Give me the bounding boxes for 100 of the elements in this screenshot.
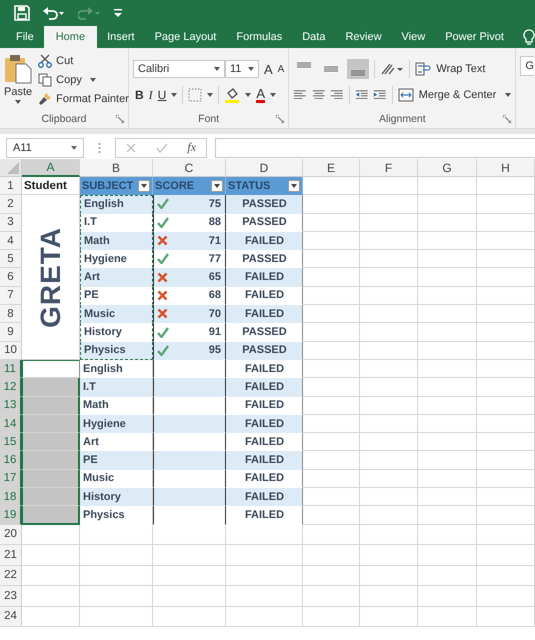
ribbon-tab[interactable]: Page Layout — [144, 26, 226, 48]
ribbon-tab[interactable]: Insert — [97, 26, 145, 48]
ribbon-tab[interactable]: Review — [335, 26, 392, 48]
table-cell[interactable] — [21, 396, 80, 415]
empty-cell — [477, 414, 535, 434]
column-header[interactable]: A — [22, 159, 80, 177]
row-header[interactable]: 20 — [0, 524, 22, 546]
table-cell[interactable] — [21, 414, 80, 434]
increase-font-button[interactable]: A — [264, 60, 273, 78]
table-cell[interactable] — [21, 378, 80, 397]
bold-button[interactable]: B — [135, 86, 144, 104]
borders-icon[interactable] — [188, 88, 202, 102]
row-header[interactable]: 21 — [0, 545, 22, 566]
column-header[interactable]: F — [360, 159, 418, 177]
empty-cell — [418, 506, 477, 525]
row-header[interactable]: 5 — [0, 250, 22, 268]
vertical-align-button[interactable] — [347, 59, 370, 79]
row-header[interactable]: 24 — [0, 606, 22, 628]
column-header[interactable]: B — [80, 159, 153, 177]
merge-center-button[interactable]: Merge & Center — [398, 86, 512, 104]
align-left-icon[interactable] — [293, 89, 307, 101]
caret-icon[interactable] — [245, 93, 252, 97]
row-header[interactable]: 6 — [0, 268, 22, 287]
table-cell: Art — [80, 268, 153, 287]
row-header[interactable]: 1 — [0, 177, 22, 196]
ribbon-tab[interactable]: Power Pivot — [435, 26, 514, 48]
row-header[interactable]: 4 — [0, 232, 22, 250]
row-header[interactable]: 2 — [0, 195, 22, 214]
row-header[interactable]: 19 — [0, 506, 22, 525]
table-cell[interactable] — [21, 470, 80, 488]
column-header[interactable]: H — [477, 159, 535, 177]
column-header[interactable]: C — [153, 159, 226, 177]
decrease-font-button[interactable]: A — [278, 60, 284, 78]
table-cell[interactable] — [21, 360, 80, 378]
empty-cell — [360, 268, 418, 287]
drag-handle-icon[interactable] — [98, 142, 101, 154]
launcher-icon[interactable] — [276, 115, 284, 123]
customize-icon[interactable] — [114, 8, 122, 18]
underline-button[interactable]: U — [158, 86, 166, 104]
row-header[interactable]: 3 — [0, 214, 22, 232]
row-header[interactable]: 15 — [0, 433, 22, 452]
wrap-text-button[interactable]: Wrap Text — [415, 60, 486, 78]
table-cell: FAILED — [226, 414, 303, 434]
table-cell: FAILED — [226, 378, 303, 397]
launcher-icon[interactable] — [503, 115, 512, 123]
row-header[interactable]: 12 — [0, 378, 22, 397]
ribbon-tab[interactable]: File — [6, 26, 44, 48]
lightbulb-icon[interactable] — [523, 29, 535, 45]
number-format-field[interactable]: G — [520, 56, 534, 76]
text-orientation-icon[interactable] — [380, 62, 404, 76]
row-header[interactable]: 9 — [0, 323, 22, 342]
decrease-indent-icon[interactable] — [354, 89, 368, 101]
column-header[interactable]: E — [303, 159, 360, 177]
format-painter-button[interactable]: Format Painter — [38, 90, 129, 107]
row-header[interactable]: 17 — [0, 470, 22, 488]
font-size-field[interactable]: 11 — [225, 60, 259, 78]
ribbon-tab[interactable]: Formulas — [226, 26, 292, 48]
increase-indent-icon[interactable] — [373, 89, 387, 101]
paste-button[interactable]: Paste — [4, 52, 32, 110]
launcher-icon[interactable] — [116, 115, 124, 123]
row-header[interactable]: 23 — [0, 586, 22, 607]
name-box[interactable]: A11 — [6, 138, 84, 158]
fill-color-icon[interactable] — [224, 87, 240, 103]
row-header[interactable]: 13 — [0, 396, 22, 415]
filter-button[interactable] — [288, 180, 300, 192]
score-value: 75 — [208, 198, 222, 210]
align-right-icon[interactable] — [330, 89, 344, 101]
copy-button[interactable]: Copy — [38, 71, 129, 88]
cut-button[interactable]: Cut — [38, 52, 129, 69]
table-cell[interactable] — [21, 488, 80, 506]
ribbon-tab[interactable]: Data — [292, 26, 336, 48]
column-header[interactable]: D — [226, 159, 303, 177]
table-cell[interactable] — [21, 433, 80, 452]
caret-icon[interactable] — [171, 93, 178, 97]
caret-icon[interactable] — [207, 93, 214, 97]
ribbon-tab[interactable]: View — [392, 26, 436, 48]
caret-icon[interactable] — [270, 93, 276, 97]
row-header[interactable]: 14 — [0, 414, 22, 434]
row-header[interactable]: 7 — [0, 286, 22, 306]
table-cell[interactable] — [21, 451, 80, 470]
filter-button[interactable] — [211, 180, 223, 192]
filter-button[interactable] — [138, 180, 150, 192]
align-center-icon[interactable] — [312, 89, 326, 101]
row-header[interactable]: 22 — [0, 566, 22, 586]
font-color-button[interactable]: A — [256, 88, 266, 102]
row-header[interactable]: 10 — [0, 342, 22, 360]
row-header[interactable]: 18 — [0, 488, 22, 506]
italic-button[interactable]: I — [148, 86, 153, 104]
row-header[interactable]: 8 — [0, 305, 22, 324]
font-name-field[interactable]: Calibri — [133, 60, 225, 78]
table-cell[interactable] — [21, 506, 80, 525]
row-header[interactable]: 11 — [0, 360, 22, 378]
undo-icon[interactable] — [42, 5, 66, 21]
insert-function-button[interactable]: fx — [187, 140, 196, 155]
formula-field[interactable] — [215, 138, 535, 158]
save-icon[interactable] — [14, 5, 30, 21]
table-cell: PASSED — [226, 342, 303, 360]
row-header[interactable]: 16 — [0, 451, 22, 470]
ribbon-tab[interactable]: Home — [44, 26, 98, 48]
column-header[interactable]: G — [418, 159, 477, 177]
